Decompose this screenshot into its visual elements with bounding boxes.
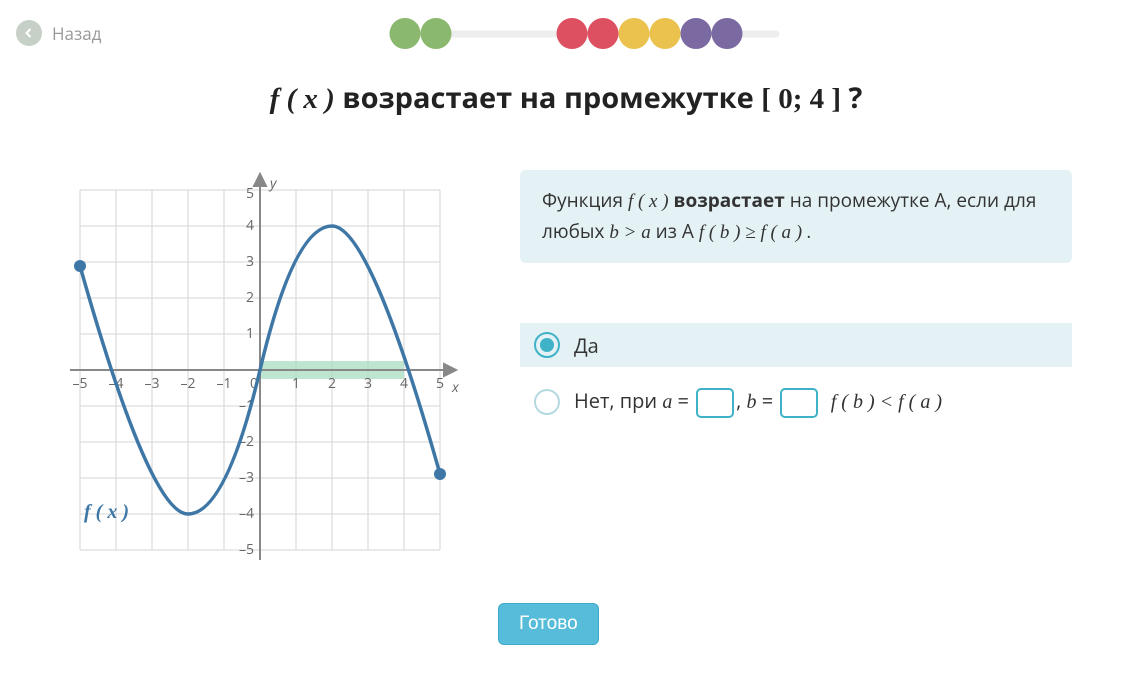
- answer-yes-label: Да: [574, 332, 599, 359]
- svg-text:4: 4: [400, 374, 408, 393]
- function-graph: –5 –4 –3 –2 –1 0 1 2 3 4 5 –5 –4 –3: [60, 170, 460, 570]
- progress-dot: [681, 18, 712, 49]
- input-b[interactable]: [780, 388, 818, 418]
- progress-dot: [390, 18, 421, 49]
- svg-text:1: 1: [246, 324, 254, 343]
- progress-dot: [712, 18, 743, 49]
- svg-text:4: 4: [246, 216, 254, 235]
- progress-dot: [421, 18, 452, 49]
- svg-text:–3: –3: [239, 468, 254, 487]
- radio-icon: [534, 332, 560, 358]
- progress-indicator: [390, 18, 743, 49]
- svg-text:2: 2: [246, 288, 254, 307]
- svg-text:–5: –5: [239, 540, 254, 559]
- submit-button[interactable]: Готово: [498, 603, 599, 645]
- svg-text:3: 3: [364, 374, 372, 393]
- svg-text:–5: –5: [72, 374, 87, 393]
- progress-dot: [619, 18, 650, 49]
- svg-text:–4: –4: [239, 504, 254, 523]
- progress-dot: [650, 18, 681, 49]
- progress-dot: [588, 18, 619, 49]
- progress-dot: [557, 18, 588, 49]
- svg-text:1: 1: [292, 374, 300, 393]
- question-heading: f ( x ) возрастает на промежутке [ 0; 4 …: [0, 78, 1132, 117]
- answer-no[interactable]: Нет, при a = , b = f ( b ) < f ( a ): [520, 379, 1072, 426]
- answer-no-label: Нет, при a = , b = f ( b ) < f ( a ): [574, 387, 942, 418]
- svg-text:–3: –3: [144, 374, 159, 393]
- svg-text:5: 5: [246, 184, 254, 203]
- svg-text:2: 2: [328, 374, 336, 393]
- chevron-left-icon: [16, 20, 42, 46]
- svg-text:3: 3: [246, 252, 254, 271]
- hint-box: Функция f ( x ) возрастает на промежутке…: [520, 170, 1072, 263]
- answer-yes[interactable]: Да: [520, 323, 1072, 367]
- back-button[interactable]: Назад: [16, 20, 101, 46]
- radio-icon: [534, 389, 560, 415]
- svg-text:x: x: [451, 378, 460, 397]
- svg-text:–1: –1: [216, 374, 231, 393]
- back-label: Назад: [52, 22, 101, 45]
- svg-text:5: 5: [436, 374, 444, 393]
- svg-text:–2: –2: [180, 374, 195, 393]
- fx-curve-label: f ( x ): [84, 501, 129, 524]
- input-a[interactable]: [696, 388, 734, 418]
